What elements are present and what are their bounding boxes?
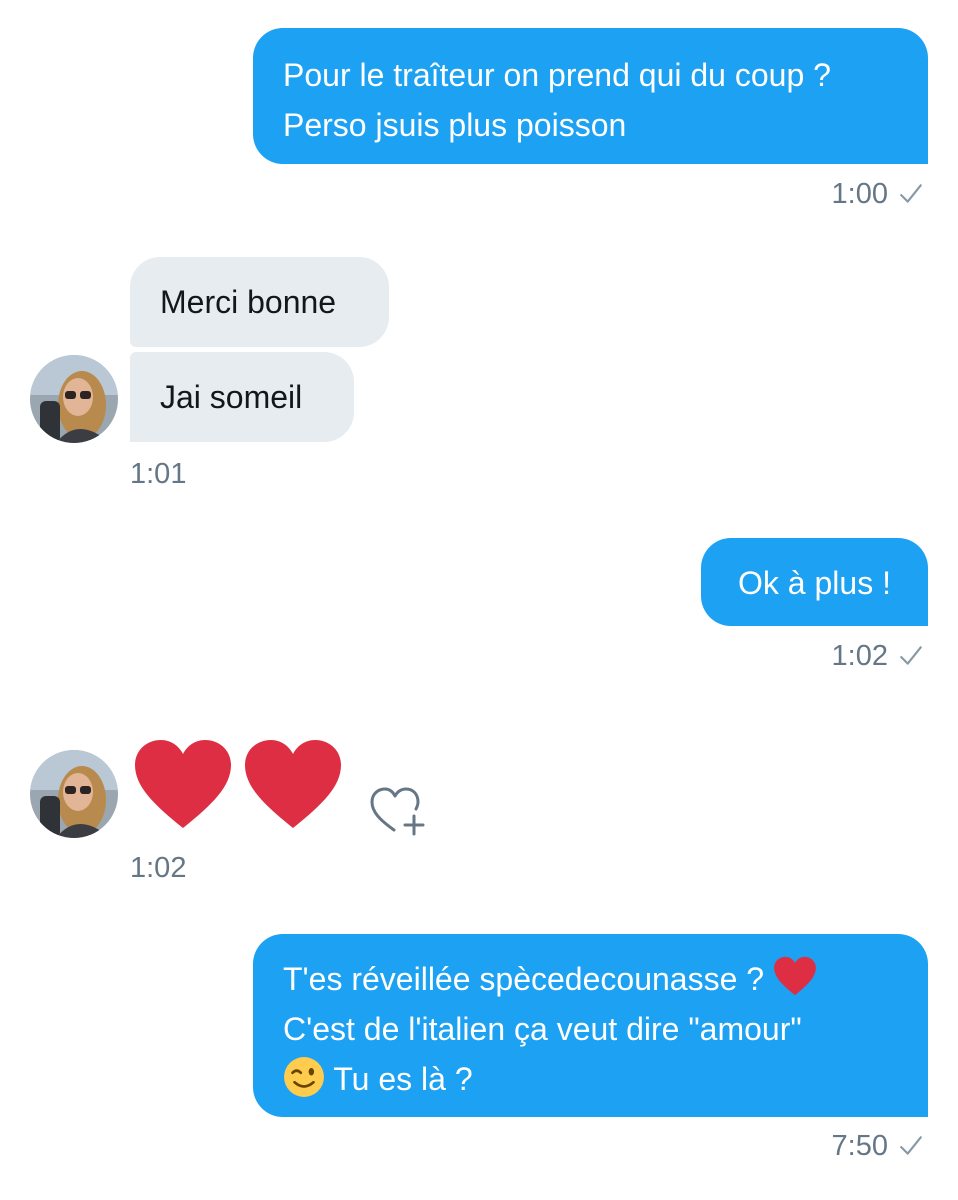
message-line: Perso jsuis plus poisson [283,107,627,143]
avatar[interactable] [30,750,118,838]
avatar[interactable] [30,355,118,443]
check-icon [900,646,922,665]
timestamp-text: 1:02 [831,640,888,672]
check-icon [900,1136,922,1155]
incoming-message-bubble[interactable]: Jai someil [130,352,354,442]
outgoing-message-bubble[interactable]: T'es réveillée spècedecounasse ? C'est d… [253,934,928,1117]
message-line: Pour le traîteur on prend qui du coup ? [283,57,831,93]
message-text: Ok à plus ! [738,565,891,601]
message-timestamp: 1:01 [130,458,187,490]
message-timestamp: 1:02 [832,638,924,674]
message-text: Jai someil [160,379,303,415]
message-timestamp: 1:00 [832,176,924,212]
red-heart-emoji [774,956,816,996]
message-line-text: Tu es là ? [333,1061,473,1097]
winking-face-emoji [284,1057,324,1097]
message-line: C'est de l'italien ça veut dire "amour" [283,1011,802,1047]
message-text: Merci bonne [160,284,337,320]
outgoing-message-bubble[interactable]: Pour le traîteur on prend qui du coup ? … [253,28,928,164]
red-heart-emoji [245,740,341,828]
incoming-message-bubble[interactable]: Merci bonne [130,257,389,347]
heart-plus-icon[interactable] [368,784,428,838]
message-line-text: T'es réveillée spècedecounasse ? [283,961,765,997]
message-timestamp: 7:50 [832,1128,924,1164]
red-heart-emoji [135,740,231,828]
message-line: Tu es là ? [283,1054,898,1104]
avatar-image [30,750,118,838]
timestamp-text: 1:00 [831,178,888,210]
message-line: T'es réveillée spècedecounasse ? [283,954,898,1004]
timestamp-text: 7:50 [831,1130,888,1162]
check-icon [900,184,922,203]
avatar-image [30,355,118,443]
message-timestamp: 1:02 [130,852,187,884]
outgoing-message-bubble[interactable]: Ok à plus ! [701,538,928,626]
